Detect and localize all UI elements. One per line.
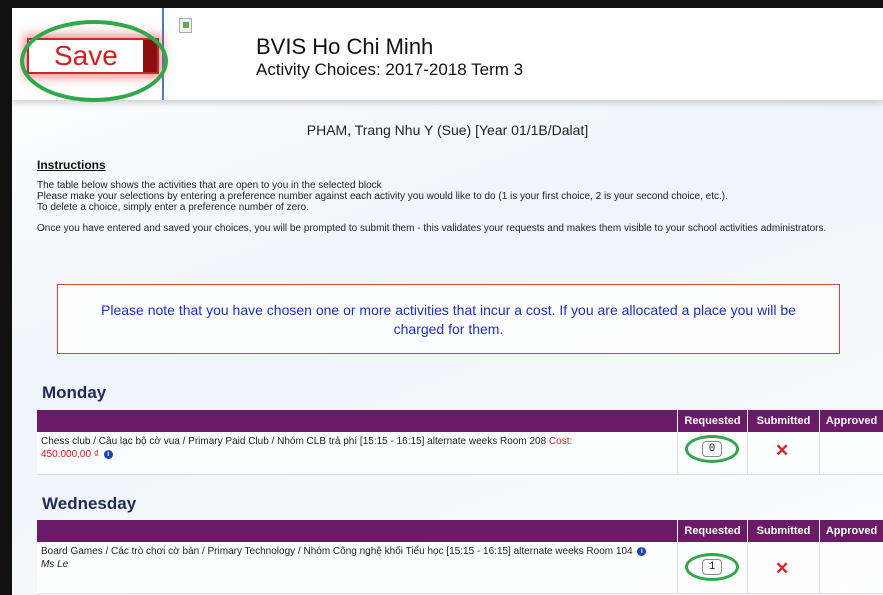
- cost-notice: Please note that you have chosen one or …: [57, 284, 840, 354]
- preference-input[interactable]: 0: [702, 441, 722, 457]
- table-row: Board Games / Các trò chơi cờ bàn / Prim…: [37, 542, 883, 594]
- activity-description: Board Games / Các trò chơi cờ bàn / Prim…: [41, 545, 661, 571]
- info-icon[interactable]: i: [637, 546, 647, 556]
- column-requested: Requested: [677, 520, 747, 542]
- school-name: BVIS Ho Chi Minh: [256, 34, 434, 59]
- activity-name: Chess club / Câu lạc bộ cờ vua / Primary…: [41, 436, 547, 447]
- teacher-name: Ms Le: [41, 559, 69, 570]
- activity-name: Board Games / Các trò chơi cờ bàn / Prim…: [41, 546, 633, 557]
- page-title: Activity Choices: 2017-2018 Term 3: [256, 60, 524, 79]
- column-approved: Approved: [819, 410, 883, 432]
- not-submitted-x-icon: ✕: [775, 441, 790, 460]
- day-heading-wednesday: Wednesday: [42, 494, 137, 513]
- main-content: PHAM, Trang Nhu Y (Sue) [Year 01/1B/Dala…: [12, 100, 883, 595]
- student-name: PHAM, Trang Nhu Y (Sue) [Year 01/1B/Dala…: [306, 122, 589, 138]
- cost-label: Cost:: [548, 436, 573, 447]
- page-header: Save BVIS Ho Chi Minh Activity Choices: …: [12, 8, 883, 102]
- column-approved: Approved: [819, 520, 883, 542]
- not-submitted-x-icon: ✕: [775, 559, 790, 578]
- instructions-line: The table below shows the activities tha…: [37, 180, 382, 191]
- activity-table-wednesday: Requested Submitted Approved Board Games…: [37, 520, 883, 594]
- instructions-line: To delete a choice, simply enter a prefe…: [37, 202, 309, 213]
- info-icon[interactable]: i: [103, 449, 113, 459]
- instructions-line: Please make your selections by entering …: [37, 191, 728, 202]
- instructions-heading: Instructions: [37, 158, 106, 172]
- table-row: Chess club / Câu lạc bộ cờ vua / Primary…: [37, 432, 883, 475]
- column-requested: Requested: [677, 410, 747, 432]
- activity-description: Chess club / Câu lạc bộ cờ vua / Primary…: [41, 435, 661, 461]
- column-submitted: Submitted: [747, 410, 819, 432]
- table-header: Requested Submitted Approved: [37, 520, 883, 542]
- activity-table-monday: Requested Submitted Approved Chess club …: [37, 410, 883, 475]
- broken-image-icon: [179, 18, 192, 33]
- table-header: Requested Submitted Approved: [37, 410, 883, 432]
- save-area: Save: [12, 8, 168, 102]
- cost-value: 450.000,00 ₫: [41, 449, 99, 460]
- preference-input[interactable]: 1: [702, 559, 722, 575]
- day-heading-monday: Monday: [42, 383, 107, 402]
- app-window: Save BVIS Ho Chi Minh Activity Choices: …: [12, 8, 883, 595]
- save-button[interactable]: Save: [27, 38, 159, 74]
- instructions-line: Once you have entered and saved your cho…: [37, 223, 827, 234]
- column-submitted: Submitted: [747, 520, 819, 542]
